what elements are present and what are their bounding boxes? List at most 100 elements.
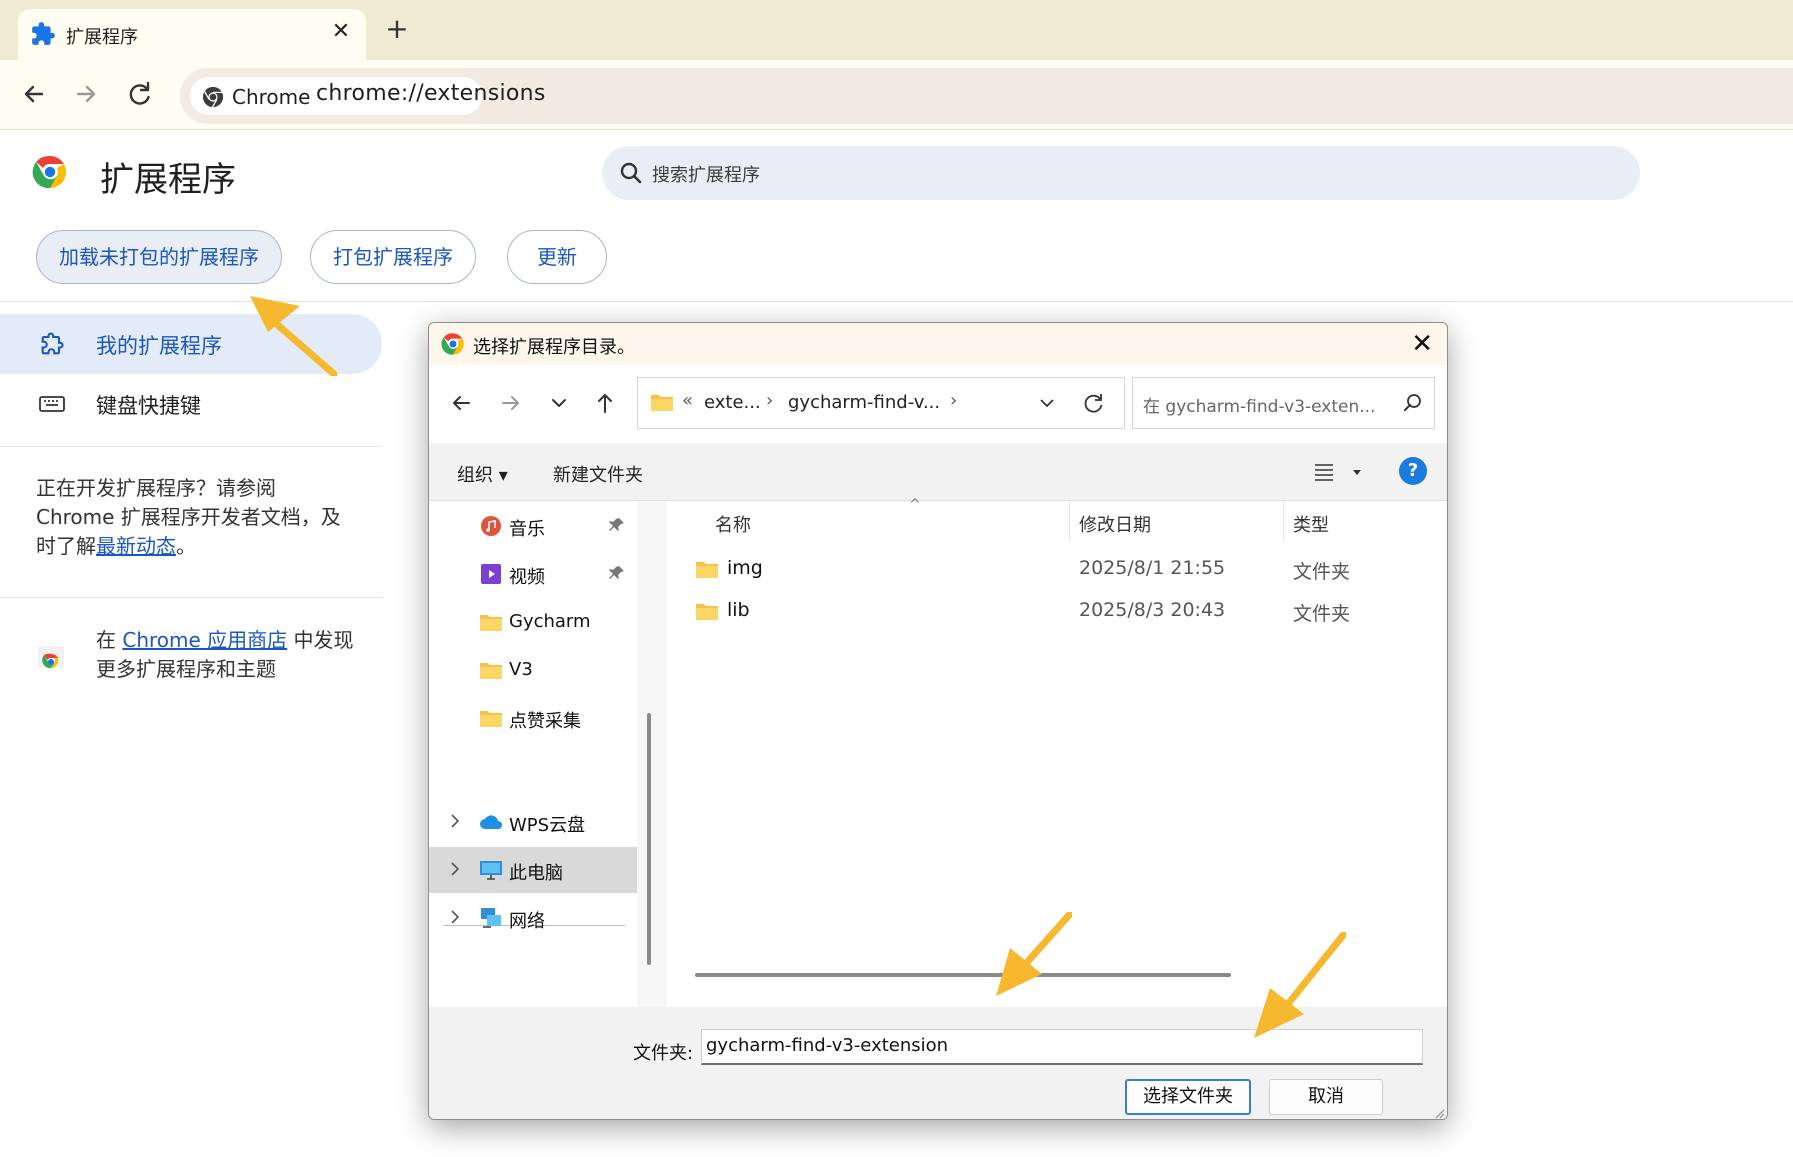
annotation-arrow-icon xyxy=(996,912,1072,996)
folder-icon xyxy=(696,562,718,578)
update-button[interactable]: 更新 xyxy=(507,230,607,284)
back-button[interactable] xyxy=(14,74,54,114)
chevron-down-icon[interactable] xyxy=(1036,392,1058,414)
file-row[interactable]: lib 2025/8/3 20:43 文件夹 xyxy=(667,591,1447,631)
nav-item-music[interactable]: 音乐 xyxy=(429,503,637,549)
dialog-close-icon[interactable]: ✕ xyxy=(1411,327,1433,361)
dialog-commandbar: 组织 ▾ 新建文件夹 ? xyxy=(429,443,1447,501)
sidebar-item-shortcuts[interactable]: 键盘快捷键 xyxy=(0,374,382,434)
dialog-title: 选择扩展程序目录。 xyxy=(473,337,635,358)
keyboard-icon xyxy=(39,396,65,412)
chevron-right-icon[interactable] xyxy=(447,907,463,927)
search-placeholder: 搜索扩展程序 xyxy=(652,165,760,186)
tab-extensions[interactable]: 扩展程序 ✕ xyxy=(18,9,366,60)
extensions-icon xyxy=(41,332,64,355)
breadcrumb-item[interactable]: exte... xyxy=(704,392,761,413)
breadcrumb[interactable]: « exte... › gycharm-find-v... › xyxy=(637,377,1125,429)
site-chip-label: Chrome xyxy=(232,85,311,109)
nav-item-this-pc[interactable]: 此电脑 xyxy=(429,847,637,893)
folder-icon xyxy=(651,395,673,411)
reload-button[interactable] xyxy=(120,74,160,114)
search-icon xyxy=(1404,394,1421,411)
nav-item-network[interactable]: 网络 xyxy=(429,895,637,941)
developer-note: 正在开发扩展程序？请参阅 Chrome 扩展程序开发者文档，及时了解最新动态。 xyxy=(36,474,356,561)
sidebar-item-label: 我的扩展程序 xyxy=(96,334,222,358)
annotation-arrow-icon xyxy=(1254,932,1346,1038)
nav-item-gycharm[interactable]: Gycharm xyxy=(429,599,637,645)
computer-icon xyxy=(480,861,502,880)
nav-item-wps-cloud[interactable]: WPS云盘 xyxy=(429,799,637,845)
cancel-button[interactable]: 取消 xyxy=(1269,1079,1383,1115)
column-header-name[interactable]: 名称 xyxy=(715,511,751,537)
file-type: 文件夹 xyxy=(1293,603,1351,625)
column-separator[interactable] xyxy=(1283,501,1284,541)
video-icon xyxy=(481,564,501,584)
back-arrow-icon xyxy=(24,85,44,103)
breadcrumb-overflow[interactable]: « xyxy=(682,390,693,411)
select-folder-button[interactable]: 选择文件夹 xyxy=(1125,1079,1251,1115)
search-icon xyxy=(620,162,642,184)
nav-item-label: 网络 xyxy=(509,911,545,932)
column-header-date[interactable]: 修改日期 xyxy=(1079,511,1151,537)
url-text[interactable]: chrome://extensions xyxy=(316,81,546,106)
folder-icon xyxy=(480,615,502,631)
up-arrow-icon[interactable] xyxy=(589,387,621,419)
nav-item-label: Gycharm xyxy=(509,611,591,632)
navigation-pane: 音乐 视频 Gycharm V3 点赞采集 WPS云盘 此电脑 网络 xyxy=(429,501,637,1007)
help-icon[interactable]: ? xyxy=(1399,457,1427,485)
column-separator[interactable] xyxy=(1069,501,1070,541)
view-options-icon[interactable] xyxy=(1313,461,1335,483)
tab-close-icon[interactable]: ✕ xyxy=(328,17,354,47)
folder-icon xyxy=(696,604,718,620)
load-unpacked-button[interactable]: 加载未打包的扩展程序 xyxy=(36,230,282,284)
file-name: img xyxy=(727,557,763,579)
pin-icon[interactable] xyxy=(609,517,625,533)
caret-down-icon[interactable] xyxy=(1351,467,1363,477)
pack-extension-button[interactable]: 打包扩展程序 xyxy=(310,230,476,284)
nav-item-video[interactable]: 视频 xyxy=(429,551,637,597)
nav-item-label: 音乐 xyxy=(509,519,545,540)
nav-item-label: 此电脑 xyxy=(509,863,563,884)
breadcrumb-item[interactable]: gycharm-find-v... xyxy=(788,392,940,413)
puzzle-icon xyxy=(32,22,55,45)
folder-name-value: gycharm-find-v3-extension xyxy=(706,1035,949,1056)
breadcrumb-separator[interactable]: › xyxy=(950,390,957,411)
address-bar[interactable]: Chrome chrome://extensions xyxy=(180,68,1793,124)
chevron-down-icon[interactable] xyxy=(543,387,575,419)
tab-strip: 扩展程序 ✕ + xyxy=(0,0,1793,60)
folder-search-input[interactable]: 在 gycharm-find-v3-exten... xyxy=(1132,377,1435,429)
nav-item-label: WPS云盘 xyxy=(509,815,586,836)
chevron-right-icon[interactable] xyxy=(447,859,463,879)
nav-item-likes[interactable]: 点赞采集 xyxy=(429,695,637,741)
web-store-link[interactable]: Chrome 应用商店 xyxy=(122,628,287,652)
nav-item-v3[interactable]: V3 xyxy=(429,647,637,693)
new-folder-button[interactable]: 新建文件夹 xyxy=(553,461,643,487)
sort-caret-icon: ^ xyxy=(909,497,921,513)
breadcrumb-separator[interactable]: › xyxy=(766,390,773,411)
pin-icon[interactable] xyxy=(609,565,625,581)
web-store-prefix: 在 xyxy=(96,628,123,652)
file-name: lib xyxy=(727,599,750,621)
nav-scrollbar[interactable] xyxy=(647,713,651,965)
music-icon xyxy=(481,516,501,536)
sidebar-divider xyxy=(0,597,382,598)
file-list-scrollbar[interactable] xyxy=(695,973,1231,977)
chevron-right-icon[interactable] xyxy=(447,811,463,831)
web-store-note: 在 Chrome 应用商店 中发现更多扩展程序和主题 xyxy=(96,626,366,684)
file-type: 文件夹 xyxy=(1293,561,1351,583)
refresh-icon[interactable] xyxy=(1080,390,1106,416)
extension-search[interactable]: 搜索扩展程序 xyxy=(602,146,1640,200)
file-row[interactable]: img 2025/8/1 21:55 文件夹 xyxy=(667,549,1447,589)
back-arrow-icon[interactable] xyxy=(445,387,477,419)
column-header-type[interactable]: 类型 xyxy=(1293,511,1329,537)
web-store-icon xyxy=(38,646,64,669)
forward-button[interactable] xyxy=(66,74,106,114)
organize-menu[interactable]: 组织 ▾ xyxy=(457,461,508,487)
latest-news-link[interactable]: 最新动态 xyxy=(96,534,176,558)
developer-note-end: 。 xyxy=(176,534,196,558)
forward-arrow-icon[interactable] xyxy=(495,387,527,419)
dialog-navbar: « exte... › gycharm-find-v... › 在 gychar… xyxy=(429,365,1447,443)
new-tab-button[interactable]: + xyxy=(380,12,414,46)
resize-grip-icon[interactable] xyxy=(1433,1107,1445,1119)
folder-icon xyxy=(480,711,502,727)
